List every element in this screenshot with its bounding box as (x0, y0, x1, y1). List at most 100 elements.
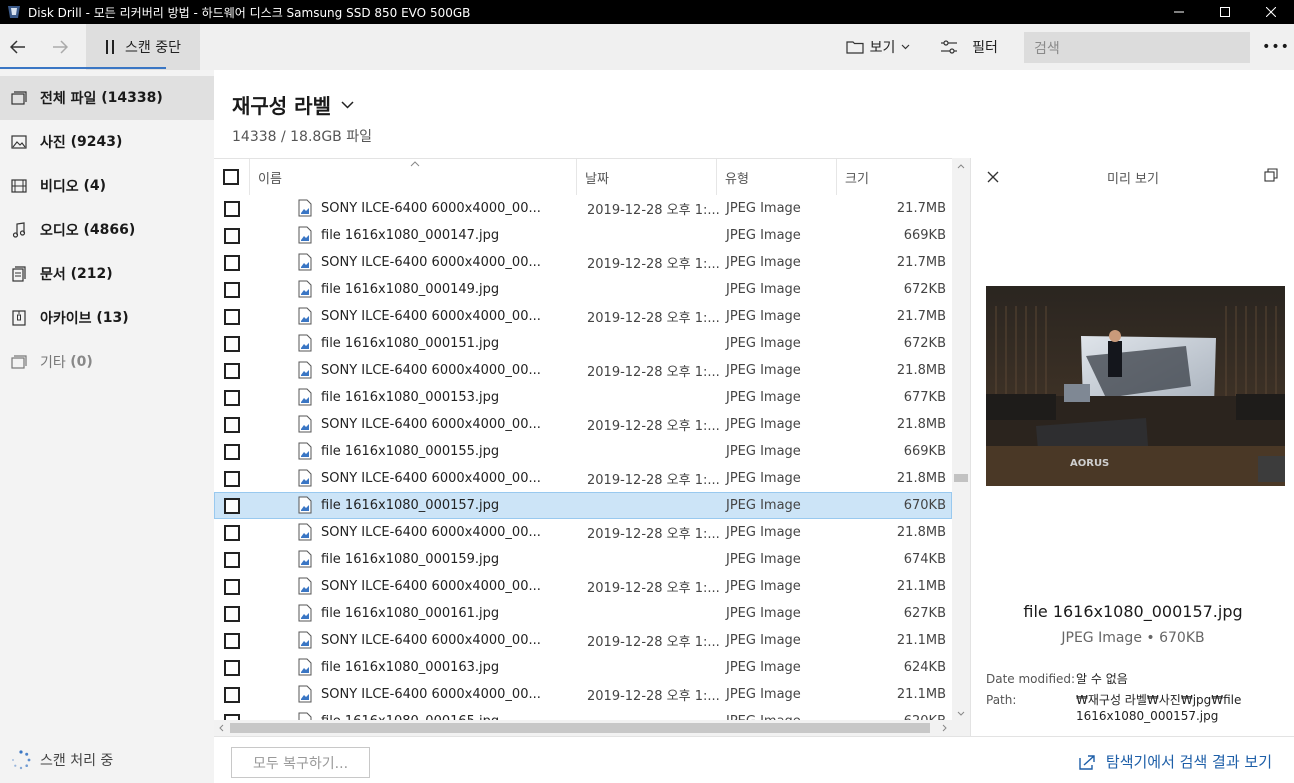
page-title[interactable]: 재구성 라벨 (232, 90, 354, 119)
scan-status-label: 스캔 처리 중 (40, 753, 114, 769)
forward-button[interactable] (42, 24, 78, 70)
sidebar-item-pictures[interactable]: 사진 (9243) (0, 120, 214, 164)
file-name: file 1616x1080_000163.jpg (321, 660, 500, 675)
more-options-button[interactable]: ••• (1258, 24, 1294, 70)
table-row[interactable]: SONY ILCE-6400 6000x4000_00... 2019-12-28… (214, 627, 952, 654)
open-external-button[interactable] (1264, 167, 1278, 186)
table-row[interactable]: SONY ILCE-6400 6000x4000_00... 2019-12-28… (214, 195, 952, 222)
scroll-left-icon (219, 724, 224, 732)
search-input[interactable]: 검색 (1024, 32, 1250, 63)
file-date: 2019-12-28 오후 1:... (587, 473, 720, 488)
sidebar-item-documents[interactable]: 문서 (212) (0, 252, 214, 296)
row-checkbox[interactable] (224, 309, 240, 325)
sidebar-item-all-files[interactable]: 전체 파일 (14338) (0, 76, 214, 120)
file-size: 21.8MB (896, 525, 946, 540)
file-size: 669KB (903, 444, 946, 459)
row-checkbox[interactable] (224, 525, 240, 541)
row-checkbox[interactable] (224, 201, 240, 217)
file-date: 2019-12-28 오후 1:... (587, 689, 720, 704)
file-type: JPEG Image (726, 498, 801, 513)
row-checkbox[interactable] (224, 336, 240, 352)
table-row[interactable]: file 1616x1080_000149.jpg JPEG Image 672KB (214, 276, 952, 303)
file-size: 21.7MB (896, 255, 946, 270)
table-row[interactable]: file 1616x1080_000155.jpg JPEG Image 669KB (214, 438, 952, 465)
column-label: 크기 (845, 171, 869, 187)
image-file-icon (298, 631, 312, 649)
file-size: 21.7MB (896, 309, 946, 324)
table-row[interactable]: file 1616x1080_000147.jpg JPEG Image 669KB (214, 222, 952, 249)
table-row[interactable]: SONY ILCE-6400 6000x4000_00... 2019-12-28… (214, 357, 952, 384)
vertical-scrollbar[interactable] (952, 158, 970, 736)
row-checkbox[interactable] (224, 255, 240, 271)
column-header-size[interactable]: 크기 (837, 159, 952, 195)
sort-ascending-icon (410, 161, 420, 167)
column-label: 날짜 (585, 171, 609, 187)
filter-label: 필터 (972, 40, 998, 56)
row-checkbox[interactable] (224, 633, 240, 649)
table-row[interactable]: file 1616x1080_000151.jpg JPEG Image 672KB (214, 330, 952, 357)
view-menu-button[interactable]: 보기 (838, 24, 918, 70)
select-all-checkbox[interactable] (223, 169, 239, 185)
back-button[interactable] (0, 24, 36, 70)
table-row[interactable]: file 1616x1080_000153.jpg JPEG Image 677KB (214, 384, 952, 411)
sidebar-item-archives[interactable]: 아카이브 (13) (0, 296, 214, 340)
row-checkbox[interactable] (224, 606, 240, 622)
table-row[interactable]: SONY ILCE-6400 6000x4000_00... 2019-12-28… (214, 411, 952, 438)
row-checkbox[interactable] (224, 687, 240, 703)
table-row[interactable]: SONY ILCE-6400 6000x4000_00... 2019-12-28… (214, 519, 952, 546)
sidebar-item-video[interactable]: 비디오 (4) (0, 164, 214, 208)
row-checkbox[interactable] (224, 498, 240, 514)
table-row[interactable]: file 1616x1080_000159.jpg JPEG Image 674KB (214, 546, 952, 573)
page-subtitle: 14338 / 18.8GB 파일 (232, 129, 372, 145)
show-in-explorer-link[interactable]: 탐색기에서 검색 결과 보기 (1078, 751, 1272, 772)
table-row[interactable]: file 1616x1080_000163.jpg JPEG Image 624KB (214, 654, 952, 681)
table-row[interactable]: SONY ILCE-6400 6000x4000_00... 2019-12-28… (214, 681, 952, 708)
close-window-button[interactable] (1248, 0, 1294, 24)
table-row[interactable]: SONY ILCE-6400 6000x4000_00... 2019-12-28… (214, 303, 952, 330)
row-checkbox[interactable] (224, 417, 240, 433)
pause-scan-button[interactable]: 스캔 중단 (86, 24, 200, 70)
table-row[interactable]: file 1616x1080_000157.jpg JPEG Image 670KB (214, 492, 952, 519)
copy-window-icon (1264, 168, 1278, 182)
row-checkbox[interactable] (224, 444, 240, 460)
image-file-icon (298, 307, 312, 325)
sidebar-item-count: (0) (70, 354, 93, 370)
table-row[interactable]: SONY ILCE-6400 6000x4000_00... 2019-12-28… (214, 465, 952, 492)
column-header-type[interactable]: 유형 (717, 159, 837, 195)
table-row[interactable]: file 1616x1080_000161.jpg JPEG Image 627KB (214, 600, 952, 627)
preview-photo: AORUS (986, 286, 1285, 486)
sidebar-item-other[interactable]: 기타 (0) (0, 340, 214, 384)
sidebar-item-label: 문서 (40, 267, 66, 283)
recover-all-button[interactable]: 모두 복구하기... (231, 747, 370, 778)
scrollbar-thumb[interactable] (230, 723, 930, 733)
file-size: 21.8MB (896, 363, 946, 378)
row-checkbox[interactable] (224, 660, 240, 676)
row-checkbox[interactable] (224, 390, 240, 406)
sidebar-item-count: (14338) (101, 90, 163, 106)
column-header-date[interactable]: 날짜 (577, 159, 717, 195)
file-name: SONY ILCE-6400 6000x4000_00... (321, 525, 541, 540)
file-date: 2019-12-28 오후 1:... (587, 311, 720, 326)
row-checkbox[interactable] (224, 363, 240, 379)
file-name: file 1616x1080_000151.jpg (321, 336, 500, 351)
row-checkbox[interactable] (224, 471, 240, 487)
scrollbar-thumb[interactable] (954, 474, 968, 482)
minimize-button[interactable] (1156, 0, 1202, 24)
row-checkbox[interactable] (224, 282, 240, 298)
image-file-icon (298, 577, 312, 595)
table-row[interactable]: SONY ILCE-6400 6000x4000_00... 2019-12-28… (214, 573, 952, 600)
row-checkbox[interactable] (224, 579, 240, 595)
file-type: JPEG Image (726, 255, 801, 270)
row-checkbox[interactable] (224, 552, 240, 568)
image-logo-text: AORUS (1070, 458, 1109, 469)
horizontal-scrollbar[interactable] (214, 720, 952, 736)
pause-icon (106, 40, 114, 54)
file-size: 672KB (903, 336, 946, 351)
scroll-up-icon (957, 164, 965, 169)
filter-button[interactable]: 필터 (934, 24, 1004, 70)
maximize-button[interactable] (1202, 0, 1248, 24)
table-row[interactable]: SONY ILCE-6400 6000x4000_00... 2019-12-28… (214, 249, 952, 276)
column-header-name[interactable]: 이름 (250, 159, 577, 195)
row-checkbox[interactable] (224, 228, 240, 244)
sidebar-item-audio[interactable]: 오디오 (4866) (0, 208, 214, 252)
